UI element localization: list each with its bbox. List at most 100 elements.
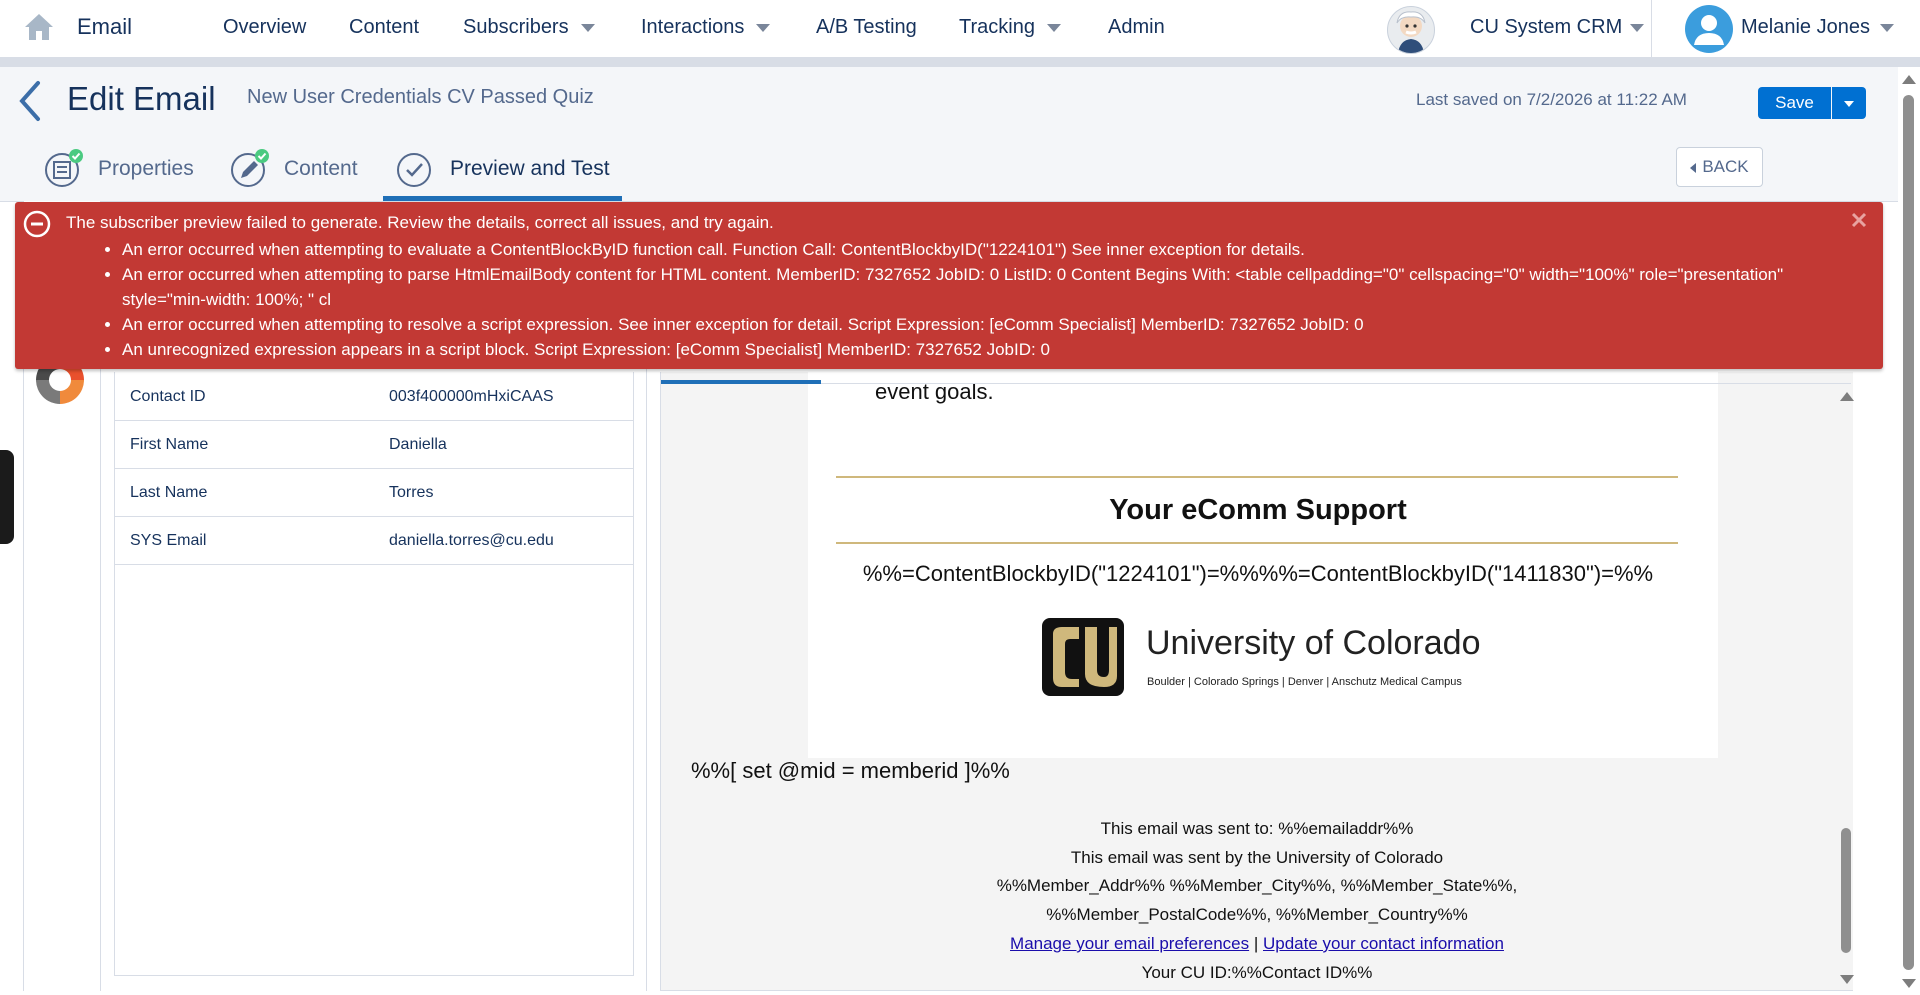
footer-address-2: %%Member_PostalCode%%, %%Member_Country%… xyxy=(1046,905,1468,924)
subscriber-field-row: First Name Daniella xyxy=(115,420,633,469)
scroll-down-icon[interactable] xyxy=(1840,975,1854,984)
nav-content[interactable]: Content xyxy=(349,16,419,39)
pencil-icon xyxy=(231,149,269,187)
email-body: event goals. Your eComm Support %%=Conte… xyxy=(808,372,1718,758)
close-icon[interactable] xyxy=(1849,210,1869,230)
gold-divider xyxy=(836,476,1678,478)
field-name: Contact ID xyxy=(130,388,206,405)
footer-address-1: %%Member_Addr%% %%Member_City%%, %%Membe… xyxy=(996,876,1518,895)
save-button[interactable]: Save xyxy=(1758,87,1831,119)
footer-sent-by: This email was sent by the University of… xyxy=(1070,848,1444,867)
nav-shadow-band xyxy=(0,57,1920,67)
nav-overview[interactable]: Overview xyxy=(223,16,306,39)
properties-icon xyxy=(45,149,83,187)
page-title: Edit Email xyxy=(67,80,216,117)
top-navigation: Email Overview Content Subscribers Inter… xyxy=(0,0,1920,58)
app-name[interactable]: Email xyxy=(77,14,132,40)
nav-subscribers-label: Subscribers xyxy=(463,16,569,38)
field-value: daniella.torres@cu.edu xyxy=(389,532,554,549)
university-name: University of Colorado xyxy=(1146,624,1481,662)
active-tab-indicator xyxy=(383,196,622,201)
back-button[interactable]: BACK xyxy=(1676,147,1763,187)
chevron-down-icon xyxy=(1046,23,1061,32)
nav-overview-label: Overview xyxy=(223,16,307,38)
preview-scrollbar[interactable] xyxy=(1839,388,1854,988)
error-banner: The subscriber preview failed to generat… xyxy=(15,202,1883,369)
caret-left-icon xyxy=(1690,162,1697,173)
subscriber-details-panel: Contact ID 003f400000mHxiCAAS First Name… xyxy=(114,372,634,976)
field-value: 003f400000mHxiCAAS xyxy=(389,388,554,405)
nav-content-label: Content xyxy=(349,16,420,38)
nav-admin[interactable]: Admin xyxy=(1108,16,1165,39)
gold-divider xyxy=(836,542,1678,544)
nav-interactions[interactable]: Interactions xyxy=(641,16,771,39)
error-summary: The subscriber preview failed to generat… xyxy=(66,213,774,232)
preview-tab-border xyxy=(661,383,1851,384)
subscriber-field-row: Contact ID 003f400000mHxiCAAS xyxy=(115,372,633,421)
nav-tracking-label: Tracking xyxy=(959,16,1035,38)
subscriber-field-row: SYS Email daniella.torres@cu.edu xyxy=(115,516,633,565)
chevron-down-icon xyxy=(756,23,771,32)
back-button-label: BACK xyxy=(1702,157,1749,176)
error-detail: An error occurred when attempting to res… xyxy=(122,312,1822,337)
manage-preferences-link[interactable]: Manage your email preferences xyxy=(1010,934,1249,953)
campus-list: Boulder | Colorado Springs | Denver | An… xyxy=(1147,676,1462,688)
nav-admin-label: Admin xyxy=(1108,16,1165,38)
einstein-avatar-icon[interactable] xyxy=(1387,6,1435,54)
user-avatar-icon[interactable] xyxy=(1685,5,1733,53)
email-preview-frame[interactable]: event goals. Your eComm Support %%=Conte… xyxy=(660,372,1853,991)
scroll-down-icon[interactable] xyxy=(1902,979,1916,988)
back-arrow-icon[interactable] xyxy=(14,79,44,123)
home-icon[interactable] xyxy=(22,10,56,44)
nav-divider xyxy=(1651,0,1652,57)
ampscript-set-expression: %%[ set @mid = memberid ]%% xyxy=(691,758,1010,783)
scroll-thumb[interactable] xyxy=(1841,828,1851,953)
cu-monogram-icon xyxy=(1042,618,1124,696)
footer-links: Manage your email preferences | Update y… xyxy=(661,934,1853,954)
nav-tracking[interactable]: Tracking xyxy=(959,16,1061,39)
tab-content-label: Content xyxy=(284,157,358,180)
step-tabs: Properties Content Preview and Test xyxy=(0,133,1898,202)
preview-active-tab-indicator xyxy=(661,380,821,384)
scroll-up-icon[interactable] xyxy=(1840,392,1854,401)
field-name: First Name xyxy=(130,436,209,453)
business-unit-selector[interactable]: CU System CRM xyxy=(1470,16,1645,39)
checkmark-icon xyxy=(397,153,431,187)
footer-sent-to: This email was sent to: %%emailaddr%% xyxy=(1100,819,1414,838)
scroll-up-icon[interactable] xyxy=(1902,75,1916,84)
chevron-down-icon xyxy=(580,23,595,32)
cu-logo: University of Colorado Boulder | Colorad… xyxy=(1036,612,1496,702)
tab-preview-and-test-label: Preview and Test xyxy=(450,157,610,180)
error-detail: An unrecognized expression appears in a … xyxy=(122,337,1822,362)
update-contact-link[interactable]: Update your contact information xyxy=(1263,934,1504,953)
field-name: SYS Email xyxy=(130,532,207,549)
footer-cu-id: Your CU ID:%%Contact ID%% xyxy=(1141,963,1373,982)
field-value: Daniella xyxy=(389,436,447,453)
nav-ab-testing-label: A/B Testing xyxy=(816,16,917,38)
side-drawer-handle[interactable] xyxy=(0,450,14,544)
chevron-down-icon xyxy=(1879,23,1894,32)
link-separator: | xyxy=(1253,934,1259,953)
page-scrollbar[interactable] xyxy=(1899,67,1920,995)
error-detail-list: An error occurred when attempting to eva… xyxy=(100,237,1822,362)
last-saved-status: Last saved on 7/2/2026 at 11:22 AM xyxy=(1416,90,1687,109)
nav-interactions-label: Interactions xyxy=(641,16,745,38)
email-name: New User Credentials CV Passed Quiz xyxy=(247,86,594,108)
error-detail: An error occurred when attempting to eva… xyxy=(122,237,1822,262)
tab-properties-label: Properties xyxy=(98,157,194,180)
nav-ab-testing[interactable]: A/B Testing xyxy=(816,16,917,39)
user-menu[interactable]: Melanie Jones xyxy=(1741,16,1894,39)
support-heading: Your eComm Support xyxy=(1109,494,1407,526)
nav-subscribers[interactable]: Subscribers xyxy=(463,16,595,39)
edit-email-header: Edit Email New User Credentials CV Passe… xyxy=(0,67,1898,134)
content-block-expression: %%=ContentBlockbyID("1224101")=%%%%=Cont… xyxy=(862,561,1654,586)
subscriber-field-row: Last Name Torres xyxy=(115,468,633,517)
user-name-label: Melanie Jones xyxy=(1741,16,1870,38)
error-detail: An error occurred when attempting to par… xyxy=(122,262,1822,312)
error-icon xyxy=(23,210,51,238)
chevron-down-icon xyxy=(1630,23,1645,32)
field-value: Torres xyxy=(389,484,434,501)
scroll-thumb[interactable] xyxy=(1903,95,1914,970)
save-options-dropdown[interactable] xyxy=(1832,87,1866,119)
field-name: Last Name xyxy=(130,484,208,501)
